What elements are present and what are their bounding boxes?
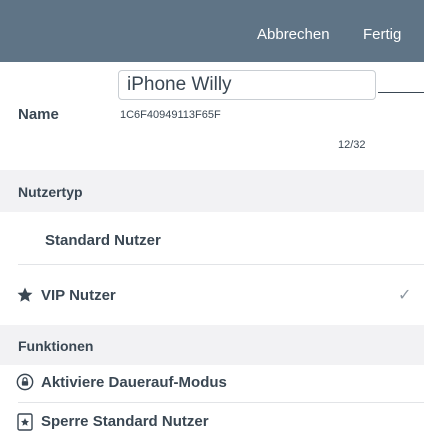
lock-square-icon xyxy=(17,413,33,435)
user-type-header-label: Nutzertyp xyxy=(18,184,83,200)
name-label: Name xyxy=(18,106,59,123)
cancel-button[interactable]: Abbrechen xyxy=(257,26,330,43)
done-button[interactable]: Fertig xyxy=(363,26,401,43)
functions-header: Funktionen xyxy=(0,325,424,365)
device-id: 1C6F40949113F65F xyxy=(120,109,221,121)
option-vip-user-label: VIP Nutzer xyxy=(41,287,116,304)
function-item-lock-standard-label: Sperre Standard Nutzer xyxy=(41,413,209,430)
function-item-lock-standard[interactable]: Sperre Standard Nutzer xyxy=(0,403,424,437)
lock-circle-icon xyxy=(16,373,34,395)
function-item-stay-on-label: Aktiviere Dauerauf-Modus xyxy=(41,374,227,391)
star-icon xyxy=(16,286,34,308)
connector-line xyxy=(378,92,424,93)
option-vip-user[interactable]: VIP Nutzer ✓ xyxy=(0,265,424,325)
name-input[interactable] xyxy=(118,70,376,100)
char-count: 12/32 xyxy=(338,139,366,151)
functions-header-label: Funktionen xyxy=(18,338,94,354)
function-item-stay-on[interactable]: Aktiviere Dauerauf-Modus xyxy=(0,365,424,401)
option-standard-user[interactable]: Standard Nutzer xyxy=(0,212,424,264)
option-standard-user-label: Standard Nutzer xyxy=(45,232,161,249)
top-bar: Abbrechen Fertig xyxy=(0,0,424,62)
checkmark-icon: ✓ xyxy=(398,287,412,304)
user-type-header: Nutzertyp xyxy=(0,170,424,212)
